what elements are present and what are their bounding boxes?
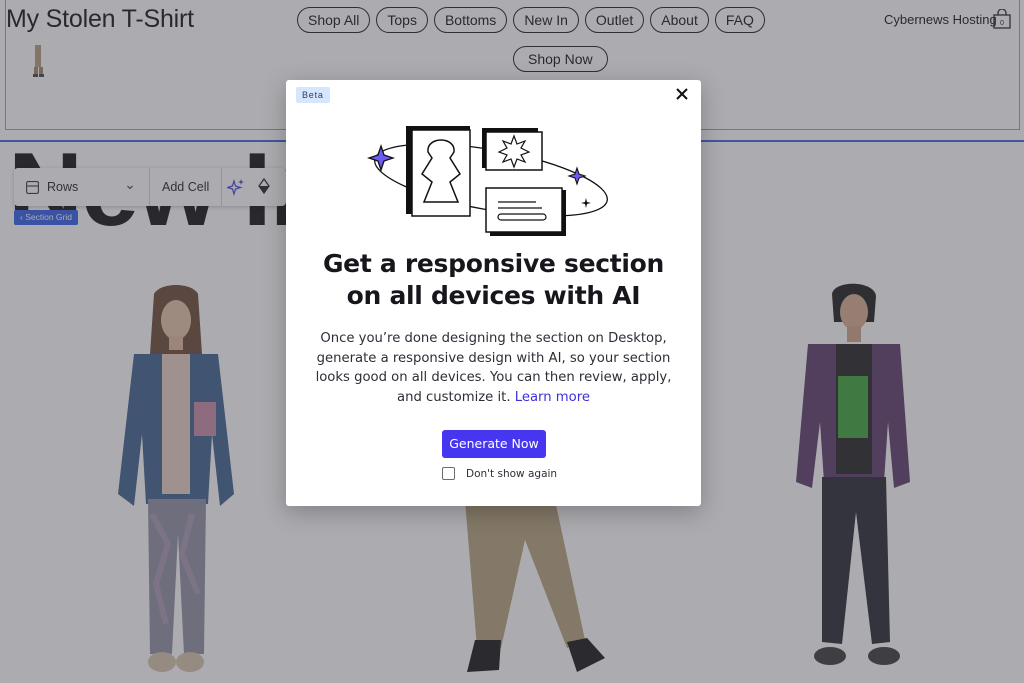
dont-show-again-checkbox[interactable] xyxy=(442,467,455,480)
modal-title: Get a responsive section on all devices … xyxy=(322,249,665,310)
modal-description: Once you’re done designing the section o… xyxy=(314,329,673,407)
close-icon[interactable] xyxy=(675,87,689,101)
ai-responsive-modal: Beta Get a responsive section on all dev… xyxy=(286,80,701,506)
dont-show-again-label[interactable]: Don't show again xyxy=(466,468,557,480)
dont-show-again-row[interactable]: Don't show again xyxy=(442,467,557,480)
beta-badge: Beta xyxy=(296,87,330,103)
modal-body-text: Once you’re done designing the section o… xyxy=(315,331,672,405)
responsive-devices-illustration xyxy=(366,126,608,236)
learn-more-link[interactable]: Learn more xyxy=(515,390,590,405)
generate-now-button[interactable]: Generate Now xyxy=(442,430,546,458)
